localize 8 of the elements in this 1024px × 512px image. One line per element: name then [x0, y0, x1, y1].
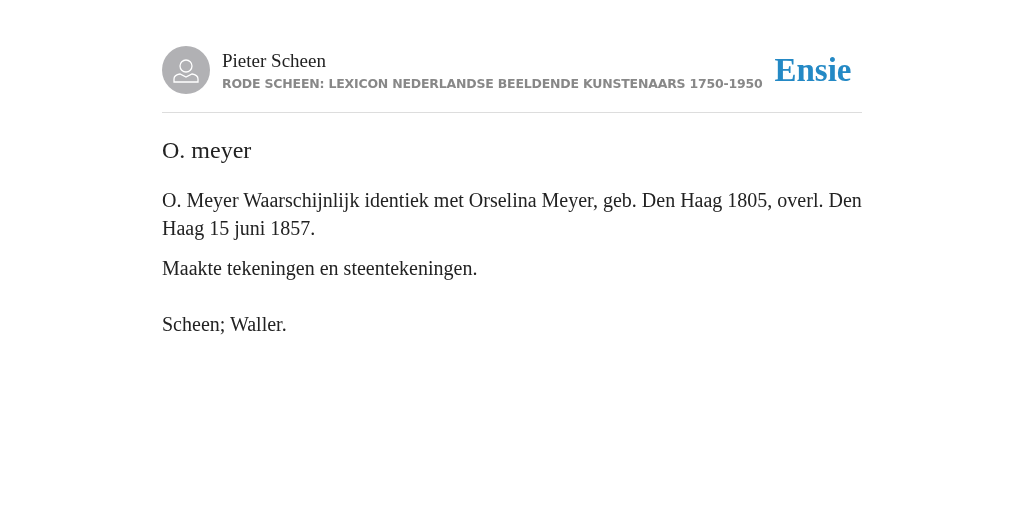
avatar-icon [162, 46, 210, 94]
author-name[interactable]: Pieter Scheen [222, 49, 763, 72]
site-logo[interactable]: Ensie [774, 51, 852, 89]
source-title[interactable]: RODE SCHEEN: LEXICON NEDERLANDSE BEELDENDE KUNSTENAARS 1750-1950 [222, 75, 763, 91]
article-paragraph: O. Meyer Waarschijnlijk identiek met Orselina Meyer, geb. Den Haag 1805, overl. Den Haag 15 juni 1857. [162, 188, 862, 242]
article-title: O. meyer [162, 137, 253, 164]
references-text: Scheen; Waller. [162, 312, 288, 337]
article-paragraph: Maakte tekeningen en steentekeningen. [162, 256, 479, 282]
